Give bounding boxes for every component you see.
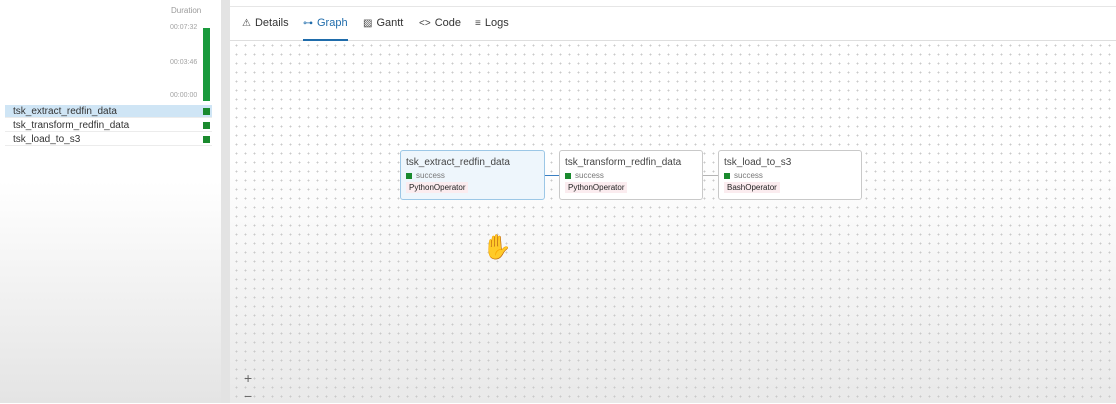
node-task-name: tsk_transform_redfin_data xyxy=(565,157,682,168)
task-row-load[interactable]: tsk_load_to_s3 xyxy=(5,133,212,146)
duration-tick-zero: 00:00:00 xyxy=(170,92,198,99)
graph-node-load[interactable]: tsk_load_to_s3 success BashOperator xyxy=(718,150,862,200)
edge-transform-to-load xyxy=(703,175,718,176)
warning-icon: ⚠ xyxy=(242,18,251,29)
tab-bar: ⚠ Details ⊶ Graph ▨ Gantt <> Code ≡ Logs xyxy=(230,7,1116,41)
tab-gantt[interactable]: ▨ Gantt xyxy=(363,17,403,39)
node-operator: PythonOperator xyxy=(565,182,628,193)
node-status: success xyxy=(416,171,445,180)
duration-tick-max: 00:07:32 xyxy=(170,24,198,31)
graph-icon: ⊶ xyxy=(303,18,313,29)
graph-node-transform[interactable]: tsk_transform_redfin_data success Python… xyxy=(559,150,703,200)
graph-canvas[interactable] xyxy=(232,41,1116,403)
task-name: tsk_transform_redfin_data xyxy=(13,120,130,131)
task-status-square[interactable] xyxy=(203,108,210,115)
logs-icon: ≡ xyxy=(475,18,481,29)
tab-details[interactable]: ⚠ Details xyxy=(242,17,289,39)
task-row-extract[interactable]: tsk_extract_redfin_data xyxy=(5,105,212,118)
tab-label: Details xyxy=(254,17,289,29)
graph-node-extract[interactable]: tsk_extract_redfin_data success PythonOp… xyxy=(400,150,545,200)
node-operator: BashOperator xyxy=(724,182,780,193)
task-name: tsk_load_to_s3 xyxy=(13,134,81,145)
duration-label: Duration xyxy=(171,6,202,15)
node-task-name: tsk_extract_redfin_data xyxy=(406,157,510,168)
node-status: success xyxy=(734,171,763,180)
tab-label: Graph xyxy=(317,17,348,29)
tab-code[interactable]: <> Code xyxy=(419,17,461,39)
gantt-icon: ▨ xyxy=(363,18,373,29)
zoom-out-button[interactable]: − xyxy=(244,389,252,403)
tab-graph[interactable]: ⊶ Graph xyxy=(303,17,348,41)
tab-label: Logs xyxy=(484,17,509,29)
duration-tick-mid: 00:03:46 xyxy=(170,59,198,66)
node-operator: PythonOperator xyxy=(406,182,469,193)
tab-label: Gantt xyxy=(376,17,404,29)
tab-label: Code xyxy=(434,17,461,29)
task-row-transform[interactable]: tsk_transform_redfin_data xyxy=(5,119,212,132)
tab-logs[interactable]: ≡ Logs xyxy=(475,17,509,39)
success-status-icon xyxy=(724,173,730,179)
success-status-icon xyxy=(565,173,571,179)
code-icon: <> xyxy=(419,18,431,29)
top-strip xyxy=(230,0,1116,7)
dag-run-duration-bar[interactable] xyxy=(203,28,210,101)
panel-resize-divider[interactable] xyxy=(221,0,230,403)
node-task-name: tsk_load_to_s3 xyxy=(724,157,792,168)
task-status-square[interactable] xyxy=(203,136,210,143)
edge-extract-to-transform xyxy=(545,175,559,176)
task-name: tsk_extract_redfin_data xyxy=(13,106,117,117)
success-status-icon xyxy=(406,173,412,179)
node-status: success xyxy=(575,171,604,180)
grab-hand-cursor-icon: ✋ xyxy=(482,234,512,261)
zoom-in-button[interactable]: + xyxy=(244,371,252,385)
task-status-square[interactable] xyxy=(203,122,210,129)
left-panel: Duration 00:07:32 00:03:46 00:00:00 tsk_… xyxy=(0,0,221,403)
